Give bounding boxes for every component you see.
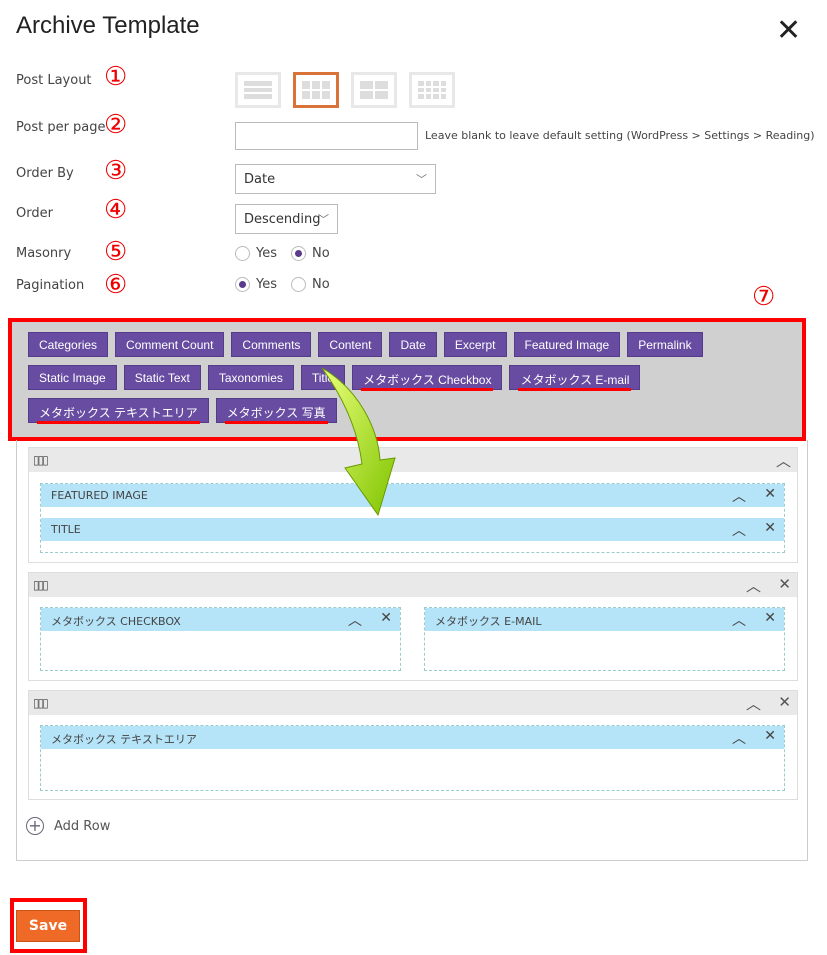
field-item[interactable]: メタボックス テキストエリア ︿ ✕ <box>41 726 784 749</box>
field-chip[interactable]: Content <box>318 332 383 357</box>
order-by-select[interactable]: Date ﹀ <box>235 164 436 194</box>
field-chip[interactable]: Comment Count <box>115 332 225 357</box>
layout-list-option[interactable] <box>235 72 281 108</box>
field-item-label: メタボックス E-MAIL <box>435 615 542 628</box>
masonry-yes-radio[interactable] <box>235 246 250 261</box>
field-chip[interactable]: Excerpt <box>443 332 507 357</box>
field-item-label: メタボックス テキストエリア <box>51 733 197 746</box>
add-row-label: Add Row <box>54 818 111 834</box>
annotation-1: ① <box>104 62 128 92</box>
label-post-layout: Post Layout <box>16 73 92 88</box>
layout-grid-2-option[interactable] <box>351 72 397 108</box>
chevron-down-icon: ﹀ <box>416 173 427 186</box>
field-chip[interactable]: Permalink <box>627 332 703 357</box>
field-item[interactable]: メタボックス CHECKBOX ︿ ✕ <box>41 608 400 631</box>
plus-circle-icon: + <box>26 817 44 835</box>
layout-row: ▯▯▯ ︿ FEATURED IMAGE ︿ ✕ TITLE ︿ ✕ <box>28 447 798 563</box>
masonry-no-label: No <box>312 246 330 261</box>
field-item-label: TITLE <box>51 523 81 536</box>
label-pagination: Pagination <box>16 278 85 293</box>
columns-icon[interactable]: ▯▯▯ <box>33 696 49 710</box>
field-item[interactable]: メタボックス E-MAIL ︿ ✕ <box>425 608 784 631</box>
field-chip[interactable]: Date <box>389 332 437 357</box>
annotation-4: ④ <box>104 195 128 225</box>
annotation-6: ⑥ <box>104 270 128 300</box>
remove-icon[interactable]: ✕ <box>764 520 776 536</box>
field-chip[interactable]: Taxonomies <box>207 365 294 390</box>
order-select[interactable]: Descending ﹀ <box>235 204 338 234</box>
pagination-yes-label: Yes <box>256 277 277 292</box>
masonry-radio-group: Yes No <box>235 246 330 261</box>
remove-icon[interactable]: ✕ <box>380 610 392 626</box>
column: FEATURED IMAGE ︿ ✕ TITLE ︿ ✕ <box>40 483 785 553</box>
pagination-no-radio[interactable] <box>291 277 306 292</box>
modal-title: Archive Template <box>16 12 200 39</box>
annotation-2: ② <box>104 110 128 140</box>
field-item-label: メタボックス CHECKBOX <box>51 615 181 628</box>
order-by-value: Date <box>244 172 276 187</box>
column: メタボックス E-MAIL ︿ ✕ <box>424 607 785 671</box>
label-order: Order <box>16 206 53 221</box>
save-button[interactable]: Save <box>16 910 80 942</box>
columns-icon[interactable]: ▯▯▯ <box>33 578 49 592</box>
columns-icon[interactable]: ▯▯▯ <box>33 453 49 467</box>
remove-icon[interactable]: ✕ <box>764 728 776 744</box>
layout-row: ▯▯▯ ︿ ✕ メタボックス テキストエリア ︿ ✕ <box>28 690 798 800</box>
remove-row-icon[interactable]: ✕ <box>778 693 791 711</box>
label-post-per-page: Post per page <box>16 120 106 135</box>
layout-row: ▯▯▯ ︿ ✕ メタボックス CHECKBOX ︿ ✕ メタボックス E-MAIL ︿ ✕ <box>28 572 798 681</box>
field-chip[interactable]: Static Text <box>123 365 201 390</box>
field-chip[interactable]: メタボックス テキストエリア <box>28 398 209 424</box>
pagination-radio-group: Yes No <box>235 277 330 292</box>
remove-icon[interactable]: ✕ <box>764 610 776 626</box>
move-up-icon[interactable]: ︿ <box>732 486 746 506</box>
order-value: Descending <box>244 212 321 227</box>
move-up-icon[interactable]: ︿ <box>348 610 362 630</box>
annotation-3: ③ <box>104 156 128 186</box>
field-chip[interactable]: Static Image <box>28 365 117 390</box>
field-chip[interactable]: Categories <box>28 332 109 357</box>
remove-icon[interactable]: ✕ <box>764 486 776 502</box>
move-up-icon[interactable]: ︿ <box>732 728 746 748</box>
masonry-no-radio[interactable] <box>291 246 306 261</box>
add-row-button[interactable]: + Add Row <box>26 817 110 835</box>
annotation-7: ⑦ <box>752 282 776 312</box>
move-up-icon[interactable]: ︿ <box>732 610 746 630</box>
post-per-page-hint: Leave blank to leave default setting (Wo… <box>425 129 815 142</box>
field-chip[interactable]: メタボックス E-mail <box>509 365 641 391</box>
collapse-icon[interactable]: ︿ <box>746 575 761 596</box>
label-order-by: Order By <box>16 166 74 181</box>
field-item[interactable]: FEATURED IMAGE ︿ ✕ <box>41 484 784 507</box>
move-up-icon[interactable]: ︿ <box>732 520 746 540</box>
annotation-5: ⑤ <box>104 237 128 267</box>
pagination-yes-radio[interactable] <box>235 277 250 292</box>
layout-grid-4-option[interactable] <box>409 72 455 108</box>
field-item[interactable]: TITLE ︿ ✕ <box>41 518 784 541</box>
pagination-no-label: No <box>312 277 330 292</box>
drag-arrow-icon <box>321 367 396 517</box>
column: メタボックス テキストエリア ︿ ✕ <box>40 725 785 791</box>
field-chip[interactable]: Comments <box>231 332 312 357</box>
masonry-yes-label: Yes <box>256 246 277 261</box>
label-masonry: Masonry <box>16 246 72 261</box>
collapse-icon[interactable]: ︿ <box>746 693 761 714</box>
field-chip[interactable]: Featured Image <box>513 332 621 357</box>
close-icon[interactable]: ✕ <box>776 16 801 46</box>
field-item-label: FEATURED IMAGE <box>51 489 148 502</box>
column: メタボックス CHECKBOX ︿ ✕ <box>40 607 401 671</box>
chevron-down-icon: ﹀ <box>318 213 329 226</box>
remove-row-icon[interactable]: ✕ <box>778 575 791 593</box>
collapse-icon[interactable]: ︿ <box>776 450 791 471</box>
layout-grid-3-option[interactable] <box>293 72 339 108</box>
post-per-page-input[interactable] <box>235 122 418 150</box>
